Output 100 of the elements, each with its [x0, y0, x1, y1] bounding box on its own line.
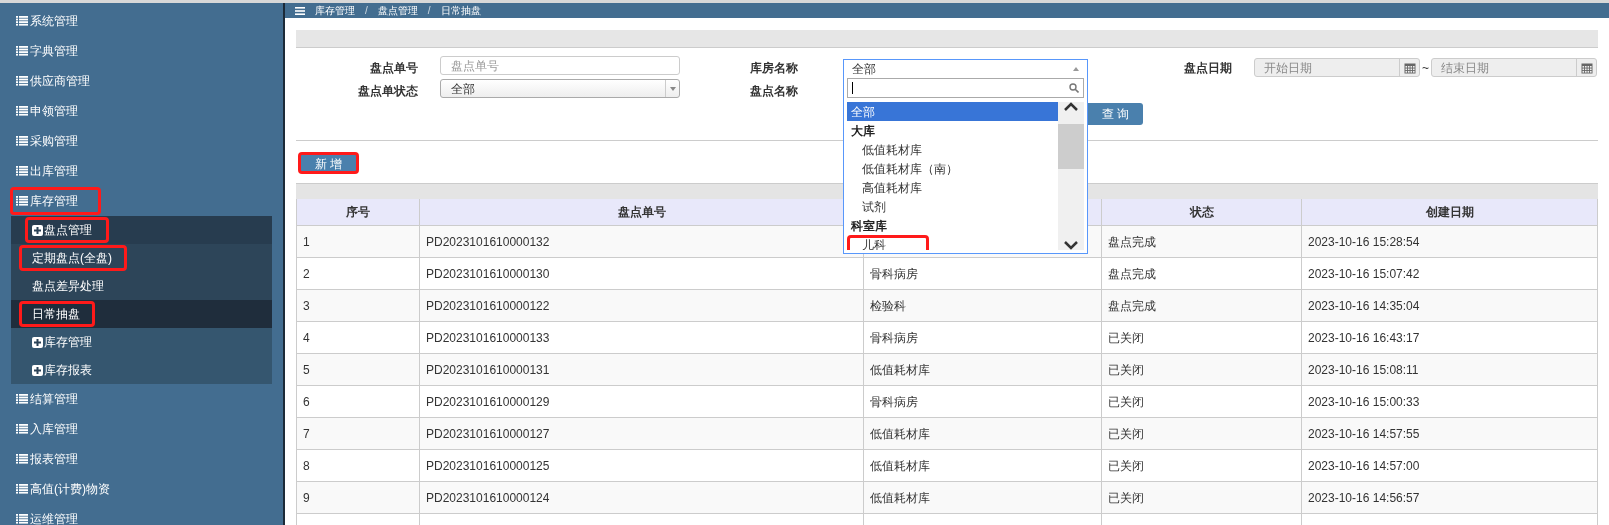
plus-square-icon — [32, 224, 43, 236]
list-icon — [16, 46, 28, 56]
table-cell-text: 已关闭 — [1108, 329, 1144, 347]
table-cell-text: 2023-10-16 15:28:54 — [1308, 233, 1420, 251]
search-field[interactable] — [847, 78, 1084, 98]
list-icon — [16, 196, 28, 206]
table-cell-text: 4 — [303, 329, 310, 347]
list-icon — [16, 16, 28, 26]
table-cell-text: 盘点完成 — [1108, 265, 1156, 283]
table-cell-text: 已关闭 — [1108, 361, 1144, 379]
table-cell-text: 2023-10-16 15:07:42 — [1308, 265, 1420, 283]
list-icon — [16, 424, 28, 434]
dropdown-option[interactable]: 儿科 — [847, 235, 929, 250]
sidebar-menu-item[interactable]: 申领管理 — [10, 97, 101, 125]
sidebar-menu-item[interactable]: 出库管理 — [10, 157, 101, 185]
caret-icon — [669, 86, 676, 91]
calendar-icon[interactable] — [1580, 61, 1593, 74]
warehouse-select[interactable]: 全部 — [844, 60, 1087, 78]
table-cell-text: 低值耗材库 — [870, 361, 930, 379]
table-cell-text: PD2023101610000132 — [426, 233, 550, 251]
table-cell-text: 低值耗材库 — [870, 489, 930, 507]
table-cell-text: 3 — [303, 297, 310, 315]
sidebar-menu-item[interactable]: 系统管理 — [10, 7, 101, 35]
table-cell-text: 2 — [303, 265, 310, 283]
chevron-up-icon[interactable] — [1063, 102, 1079, 112]
option-group-label: 大库 — [850, 122, 876, 140]
column-header: 序号 — [346, 204, 370, 221]
scrollbar-thumb[interactable] — [1058, 123, 1084, 169]
sidebar-menu-item[interactable]: 库存管理 — [10, 187, 101, 215]
caret-icon — [1073, 67, 1079, 71]
table-cell-text: PD2023101610000124 — [426, 489, 550, 507]
table-cell-text: 低值耗材库 — [870, 425, 930, 443]
field-label: 盘点日期 — [1184, 59, 1232, 77]
calendar-icon[interactable] — [1403, 61, 1416, 74]
sidebar-menu-item[interactable]: 字典管理 — [10, 37, 101, 65]
list-icon — [16, 514, 28, 524]
dropdown-option[interactable]: 低值耗材库 — [847, 140, 965, 159]
table-cell-text: 骨科病房 — [870, 393, 918, 411]
table-cell-text: 6 — [303, 393, 310, 411]
table-cell-text: PD2023101610000133 — [426, 329, 550, 347]
dropdown-option[interactable]: 低值耗材库（南） — [847, 159, 1001, 178]
dropdown-option[interactable]: 高值耗材库 — [847, 178, 965, 197]
column-header: 盘点单号 — [617, 204, 666, 221]
table-cell-text: 2023-10-16 14:57:55 — [1308, 425, 1420, 443]
option-group-label: 科室库 — [850, 217, 888, 235]
plus-square-icon — [32, 336, 43, 348]
breadcrumb-link[interactable]: 盘点管理 — [377, 3, 418, 18]
table-cell-text: 2023-10-16 14:56:57 — [1308, 489, 1420, 507]
submenu-folder[interactable]: 库存报表 — [25, 357, 109, 383]
plus-square-icon — [32, 364, 43, 376]
table-cell-text: 2023-10-16 15:08:11 — [1308, 361, 1419, 379]
chevron-down-icon[interactable] — [1063, 240, 1079, 250]
sidebar-menu-item[interactable]: 供应商管理 — [10, 67, 113, 95]
search-icon — [1069, 83, 1079, 93]
sidebar-menu-item[interactable]: 运维管理 — [10, 505, 101, 525]
sidebar-menu-item[interactable]: 高值(计费)物资 — [10, 475, 133, 503]
dropdown-option[interactable]: 试剂 — [847, 197, 929, 216]
status-select[interactable]: 全部 — [440, 79, 680, 98]
list-icon — [16, 166, 28, 176]
column-header: 状态 — [1189, 204, 1214, 221]
table-cell-text: PD2023101610000131 — [426, 361, 550, 379]
submenu-folder[interactable]: 库存管理 — [25, 329, 109, 355]
breadcrumb-current: 日常抽盘 — [440, 4, 481, 18]
table-cell-text: PD2023101610000125 — [426, 457, 550, 475]
table-cell-text: PD2023101610000129 — [426, 393, 550, 411]
table-cell-text: 7 — [303, 425, 310, 443]
list-icon — [16, 136, 28, 146]
start-date-field[interactable]: 开始日期 — [1254, 58, 1420, 77]
table-cell-text: 盘点完成 — [1108, 297, 1156, 315]
sidebar-menu-item[interactable]: 报表管理 — [10, 445, 101, 473]
add-button[interactable]: 新 增 — [298, 152, 360, 174]
table-cell-text: 检验科 — [870, 297, 906, 315]
end-date-field[interactable]: 结束日期 — [1431, 58, 1597, 77]
list-icon — [16, 484, 28, 494]
table-cell-text: 已关闭 — [1108, 457, 1144, 475]
list-icon — [16, 106, 28, 116]
breadcrumb-link[interactable]: 库存管理 — [315, 3, 355, 18]
sidebar-menu-item[interactable]: 入库管理 — [10, 415, 101, 443]
field-label: 盘点单号 — [370, 59, 418, 77]
menu-icon[interactable] — [295, 6, 305, 15]
table-cell-text: 1 — [303, 233, 310, 251]
list-icon — [16, 394, 28, 404]
submenu-page-link[interactable]: 定期盘点(全盘) — [19, 245, 127, 271]
table-cell-text: 已关闭 — [1108, 489, 1144, 507]
list-icon — [16, 76, 28, 86]
table-cell-text: 骨科病房 — [870, 329, 918, 347]
sidebar-menu-item[interactable]: 采购管理 — [10, 127, 101, 155]
dropdown-option[interactable]: 全部 — [847, 102, 1058, 121]
field-label: 盘点名称 — [750, 82, 798, 100]
breadcrumb-separator: / — [427, 4, 431, 18]
table-cell-text: PD2023101610000130 — [426, 265, 550, 283]
order-number-field[interactable]: 盘点单号 — [440, 56, 680, 75]
table-cell-text: 骨科病房 — [870, 265, 918, 283]
table-cell-text: 2023-10-16 14:35:04 — [1308, 297, 1420, 315]
table-cell-text: 5 — [303, 361, 310, 379]
table-cell-text: 2023-10-16 16:43:17 — [1308, 329, 1420, 347]
submenu-page-link[interactable]: 日常抽盘 — [19, 301, 95, 327]
scrollbar[interactable] — [1058, 102, 1084, 250]
table-cell-text: 2023-10-16 15:00:33 — [1308, 393, 1420, 411]
sidebar-menu-item[interactable]: 结算管理 — [10, 385, 101, 413]
